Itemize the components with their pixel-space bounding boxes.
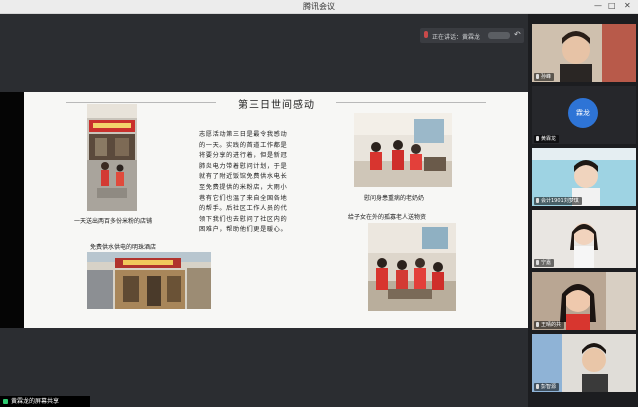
speaking-label: 正在讲话：黄霖龙 — [432, 34, 481, 41]
photo-rice-noodle-shop — [87, 104, 137, 211]
participant-tile[interactable]: 彭智源 — [532, 334, 636, 392]
participant-tile[interactable]: 霖龙 黄霖龙 — [532, 86, 636, 144]
microphone-icon — [536, 136, 539, 141]
close-button[interactable]: ✕ — [624, 1, 631, 11]
speaking-indicator: 正在讲话：黄霖龙 ↶ — [420, 28, 524, 43]
photo-visit-elder — [354, 113, 452, 187]
screen-share-label: 黄霖龙的屏幕共享 — [11, 398, 60, 405]
participant-name: 彭智源 — [541, 384, 557, 390]
caption-free-water: 免费供水供电的明珠酒店 — [90, 244, 157, 251]
participant-name-tag: 宁嘉 — [534, 259, 555, 267]
participant-panel: 孙峰 霖龙 黄霖龙 会计1901刘梦琪 宁嘉 王晴的共 彭智源 — [528, 14, 638, 407]
caption-elder-sick: 慰问身患重病的老奶奶 — [364, 195, 425, 202]
screen-share-indicator[interactable]: 黄霖龙的屏幕共享 — [0, 396, 90, 407]
shared-document: 第三日世间感动 一天送出两百多份米粉的店铺 免费供水供电的明珠酒店 志愿活动第三… — [24, 92, 529, 328]
participant-name: 孙峰 — [541, 74, 552, 80]
return-arrow-icon[interactable]: ↶ — [514, 30, 521, 39]
participant-name: 王晴的共 — [541, 322, 562, 328]
title-bar: 腾讯会议 — □ ✕ — [0, 0, 638, 14]
participant-name-tag: 黄霖龙 — [534, 135, 560, 143]
participant-name: 会计1901刘梦琪 — [541, 198, 579, 204]
microphone-icon — [536, 384, 539, 389]
participant-tile[interactable]: 宁嘉 — [532, 210, 636, 268]
document-paragraph: 志愿活动第三日是最令我感动的一天。实践的首道工作都是将要分享的进行着，但是新冠肺… — [199, 131, 288, 234]
avatar: 霖龙 — [568, 98, 598, 128]
participant-tile[interactable]: 王晴的共 — [532, 272, 636, 330]
participant-name-tag: 孙峰 — [534, 73, 555, 81]
microphone-icon — [536, 322, 539, 327]
microphone-icon — [536, 198, 539, 203]
maximize-button[interactable]: □ — [608, 1, 616, 11]
screen-share-icon — [3, 399, 8, 404]
participant-name-tag: 会计1901刘梦琪 — [534, 197, 582, 205]
participant-tile[interactable]: 会计1901刘梦琪 — [532, 148, 636, 206]
minimize-button[interactable]: — — [594, 1, 602, 11]
participant-tile[interactable]: 孙峰 — [532, 24, 636, 82]
participant-name: 宁嘉 — [541, 260, 552, 266]
microphone-icon — [536, 260, 539, 265]
speaking-volume-bar — [488, 32, 510, 39]
caption-lonely-elder: 给子女在外的孤寡老人送物资 — [348, 214, 427, 221]
caption-shop: 一天送出两百多份米粉的店铺 — [74, 218, 153, 225]
participant-name: 黄霖龙 — [541, 136, 557, 142]
photo-pearl-hotel — [87, 252, 211, 309]
photo-deliver-supplies — [368, 223, 456, 311]
window-title: 腾讯会议 — [303, 2, 335, 11]
participant-name-tag: 王晴的共 — [534, 321, 565, 329]
participant-name-tag: 彭智源 — [534, 383, 560, 391]
share-left-margin — [0, 92, 24, 328]
microphone-icon — [424, 31, 428, 38]
microphone-icon — [536, 74, 539, 79]
